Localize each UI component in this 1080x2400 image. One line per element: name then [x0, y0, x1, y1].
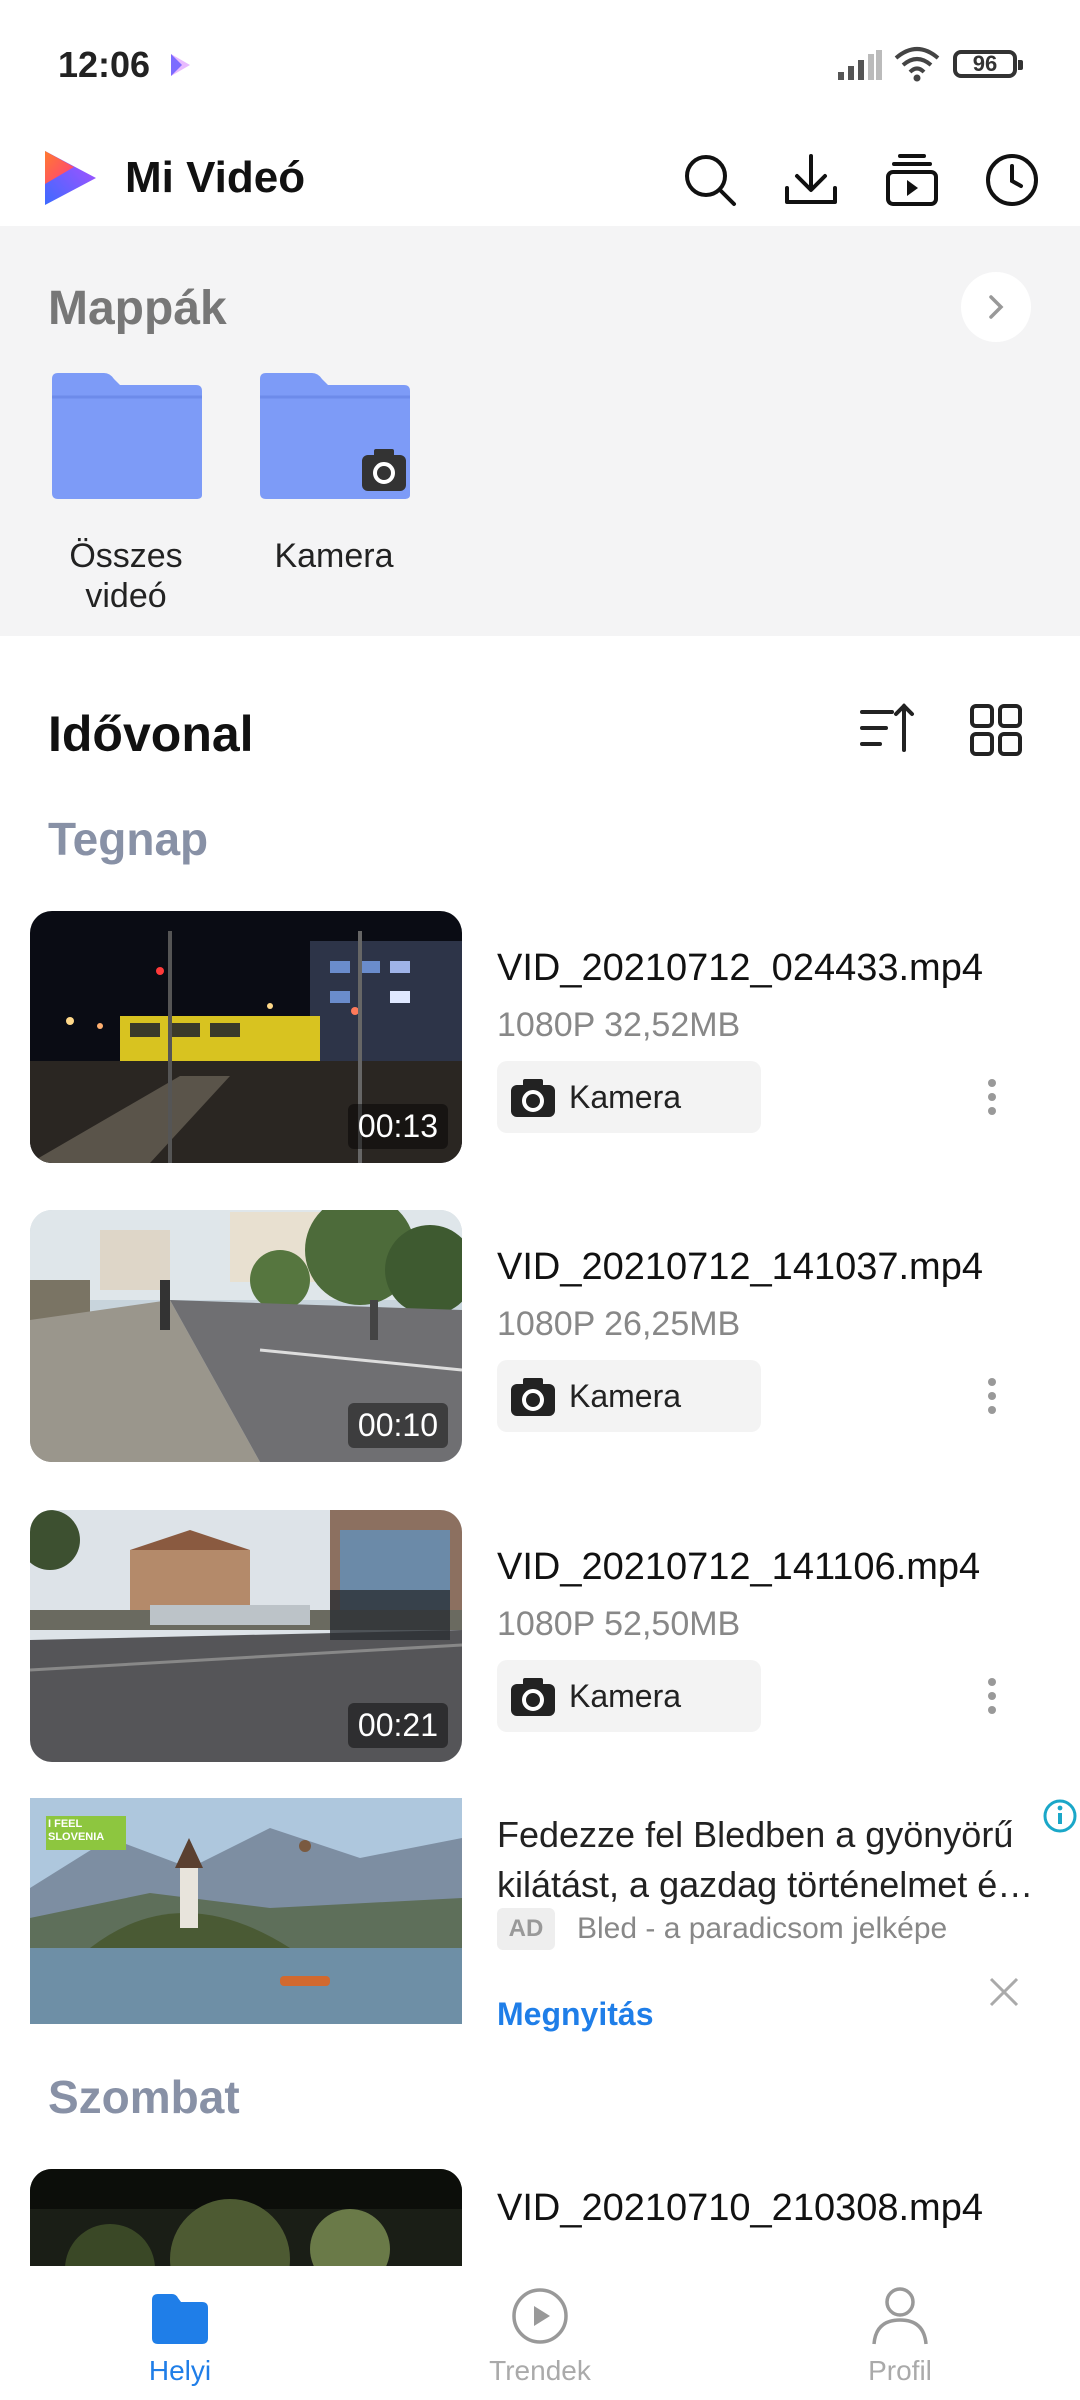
camera-icon: [511, 1378, 555, 1416]
battery-indicator: 96: [953, 50, 1023, 78]
nav-tab-trendek[interactable]: Trendek: [440, 2266, 640, 2387]
video-meta: 1080P 52,50MB: [497, 1605, 741, 1643]
bottom-navigation: Helyi Trendek Profil: [0, 2266, 1080, 2400]
section-label-yesterday: Tegnap: [48, 813, 209, 865]
ad-open-button[interactable]: Megnyitás: [497, 1996, 653, 2033]
app-bar: Mi Videó: [0, 130, 1080, 226]
timeline-title: Idővonal: [48, 706, 254, 762]
grid-icon: [970, 704, 1022, 756]
more-vert-icon[interactable]: [972, 1674, 1012, 1718]
folders-title: Mappák: [48, 282, 227, 335]
status-bar: 12:06 96: [0, 0, 1080, 130]
nav-label: Profil: [868, 2355, 932, 2386]
folder-all-videos[interactable]: Összes videó: [46, 371, 206, 616]
camera-folder-icon: [260, 373, 410, 499]
ad-image[interactable]: I FEEL SLOVENIA: [30, 1798, 462, 2024]
video-thumbnail[interactable]: 00:10: [30, 1210, 462, 1462]
signal-icon: [838, 50, 882, 80]
video-name: VID_20210712_141037.mp4: [497, 1246, 983, 1288]
ad-source: Bled - a paradicsom jelképe: [577, 1912, 948, 1945]
folder-icon: [152, 2294, 208, 2344]
more-vert-icon[interactable]: [972, 1374, 1012, 1418]
play-notification-icon: [171, 54, 190, 76]
video-item[interactable]: VID_20210710_210308.mp4: [0, 2169, 1080, 2266]
folder-icon: [52, 373, 202, 499]
video-name: VID_20210710_210308.mp4: [497, 2187, 983, 2229]
app-title: Mi Videó: [125, 153, 306, 202]
video-thumbnail[interactable]: 00:13: [30, 911, 462, 1163]
sort-icon: [860, 703, 914, 752]
folders-more-button[interactable]: [961, 272, 1031, 342]
info-icon[interactable]: [1042, 1798, 1078, 1834]
video-name: VID_20210712_141106.mp4: [497, 1546, 981, 1588]
playlist-icon: [886, 154, 938, 206]
section-label-saturday: Szombat: [48, 2071, 240, 2123]
nav-label: Trendek: [489, 2355, 591, 2386]
play-circle-icon: [512, 2288, 568, 2344]
nav-label: Helyi: [148, 2355, 212, 2386]
video-meta: 1080P 32,52MB: [497, 1006, 741, 1044]
video-source-chip[interactable]: Kamera: [497, 1660, 761, 1732]
video-thumbnail[interactable]: 00:21: [30, 1510, 462, 1762]
app-logo-icon: [45, 151, 96, 205]
download-button[interactable]: [779, 148, 843, 212]
video-duration: 00:21: [347, 1703, 448, 1748]
video-source-chip[interactable]: Kamera: [497, 1360, 761, 1432]
nav-tab-helyi[interactable]: Helyi: [80, 2266, 280, 2387]
person-icon: [872, 2287, 928, 2345]
nav-tab-profil[interactable]: Profil: [800, 2266, 1000, 2387]
video-meta: 1080P 26,25MB: [497, 1305, 741, 1343]
sort-button[interactable]: [856, 700, 916, 765]
folders-section: Mappák Összes videó Kamera: [0, 226, 1080, 636]
search-icon: [685, 155, 736, 206]
camera-icon: [511, 1079, 555, 1117]
ad-title-line2: kilátást, a gazdag történelmet és…: [497, 1864, 1037, 1905]
video-source-label: Kamera: [569, 1678, 682, 1714]
ad-badge: AD: [497, 1908, 555, 1950]
grid-view-button[interactable]: [966, 700, 1026, 765]
video-name: VID_20210712_024433.mp4: [497, 947, 983, 989]
ad-title-line1: Fedezze fel Bledben a gyönyörű: [497, 1814, 1014, 1855]
chevron-right-icon: [989, 295, 1004, 319]
video-duration: 00:13: [347, 1104, 448, 1149]
playlist-button[interactable]: [880, 148, 944, 212]
dark-scene-image: [30, 2169, 462, 2266]
video-source-chip[interactable]: Kamera: [497, 1061, 761, 1133]
folder-label-line1: Kamera: [274, 537, 394, 575]
ad-card[interactable]: I FEEL SLOVENIA Fedezze fel Bledben a gy…: [0, 1798, 1080, 2048]
camera-icon: [511, 1678, 555, 1716]
video-duration: 00:10: [347, 1403, 448, 1448]
video-source-label: Kamera: [569, 1079, 682, 1115]
close-icon[interactable]: [988, 1976, 1020, 2008]
folder-camera[interactable]: Kamera: [254, 371, 414, 576]
video-item[interactable]: 00:21 VID_20210712_141106.mp4 1080P 52,5…: [0, 1510, 1080, 1762]
video-thumbnail[interactable]: [30, 2169, 462, 2266]
ad-title: Fedezze fel Bledben a gyönyörű kilátást,…: [497, 1810, 1037, 1910]
history-button[interactable]: [980, 148, 1044, 212]
ad-image-caption: I FEEL SLOVENIA: [48, 1818, 105, 1843]
folder-label-line1: Összes: [69, 537, 183, 575]
status-time: 12:06: [58, 44, 151, 85]
search-button[interactable]: [678, 148, 742, 212]
more-vert-icon[interactable]: [972, 1075, 1012, 1119]
download-icon: [785, 154, 837, 204]
video-source-label: Kamera: [569, 1378, 682, 1414]
video-item[interactable]: 00:10 VID_20210712_141037.mp4 1080P 26,2…: [0, 1210, 1080, 1462]
folder-label-line2: videó: [85, 577, 167, 615]
wifi-icon: [894, 47, 940, 82]
history-icon: [986, 154, 1038, 206]
video-item[interactable]: 00:13 VID_20210712_024433.mp4 1080P 32,5…: [0, 911, 1080, 1163]
